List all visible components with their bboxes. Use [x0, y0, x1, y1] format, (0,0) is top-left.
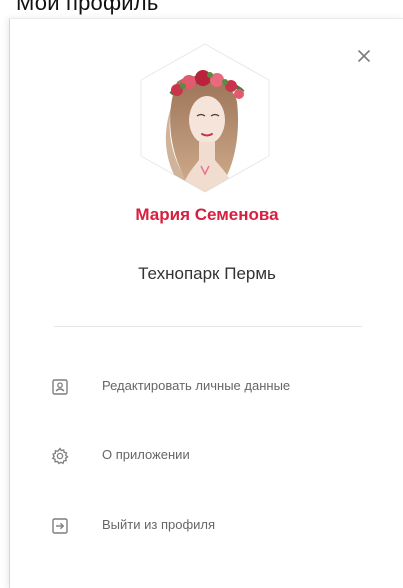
menu-item-edit-profile[interactable]: Редактировать личные данные [50, 374, 380, 402]
menu-item-label: О приложении [102, 447, 190, 462]
close-button[interactable] [354, 46, 374, 66]
page-title: Мой профиль [16, 0, 159, 15]
close-icon [358, 50, 370, 62]
menu-item-label: Выйти из профиля [102, 517, 216, 532]
organization-name: Технопарк Пермь [138, 264, 276, 283]
profile-drawer: Мария Семенова Технопарк Пермь Редактиро… [9, 18, 403, 588]
profile-card-icon [52, 379, 68, 395]
menu-item-about[interactable]: О приложении [50, 443, 380, 471]
gear-icon [51, 447, 69, 465]
menu-item-logout[interactable]: Выйти из профиля [50, 513, 380, 541]
page-title-bar: Мой профиль [0, 0, 403, 20]
logout-icon [52, 518, 68, 534]
menu-item-label: Редактировать личные данные [102, 378, 291, 393]
divider [54, 326, 362, 327]
avatar [140, 43, 270, 193]
user-name: Мария Семенова [135, 205, 279, 224]
